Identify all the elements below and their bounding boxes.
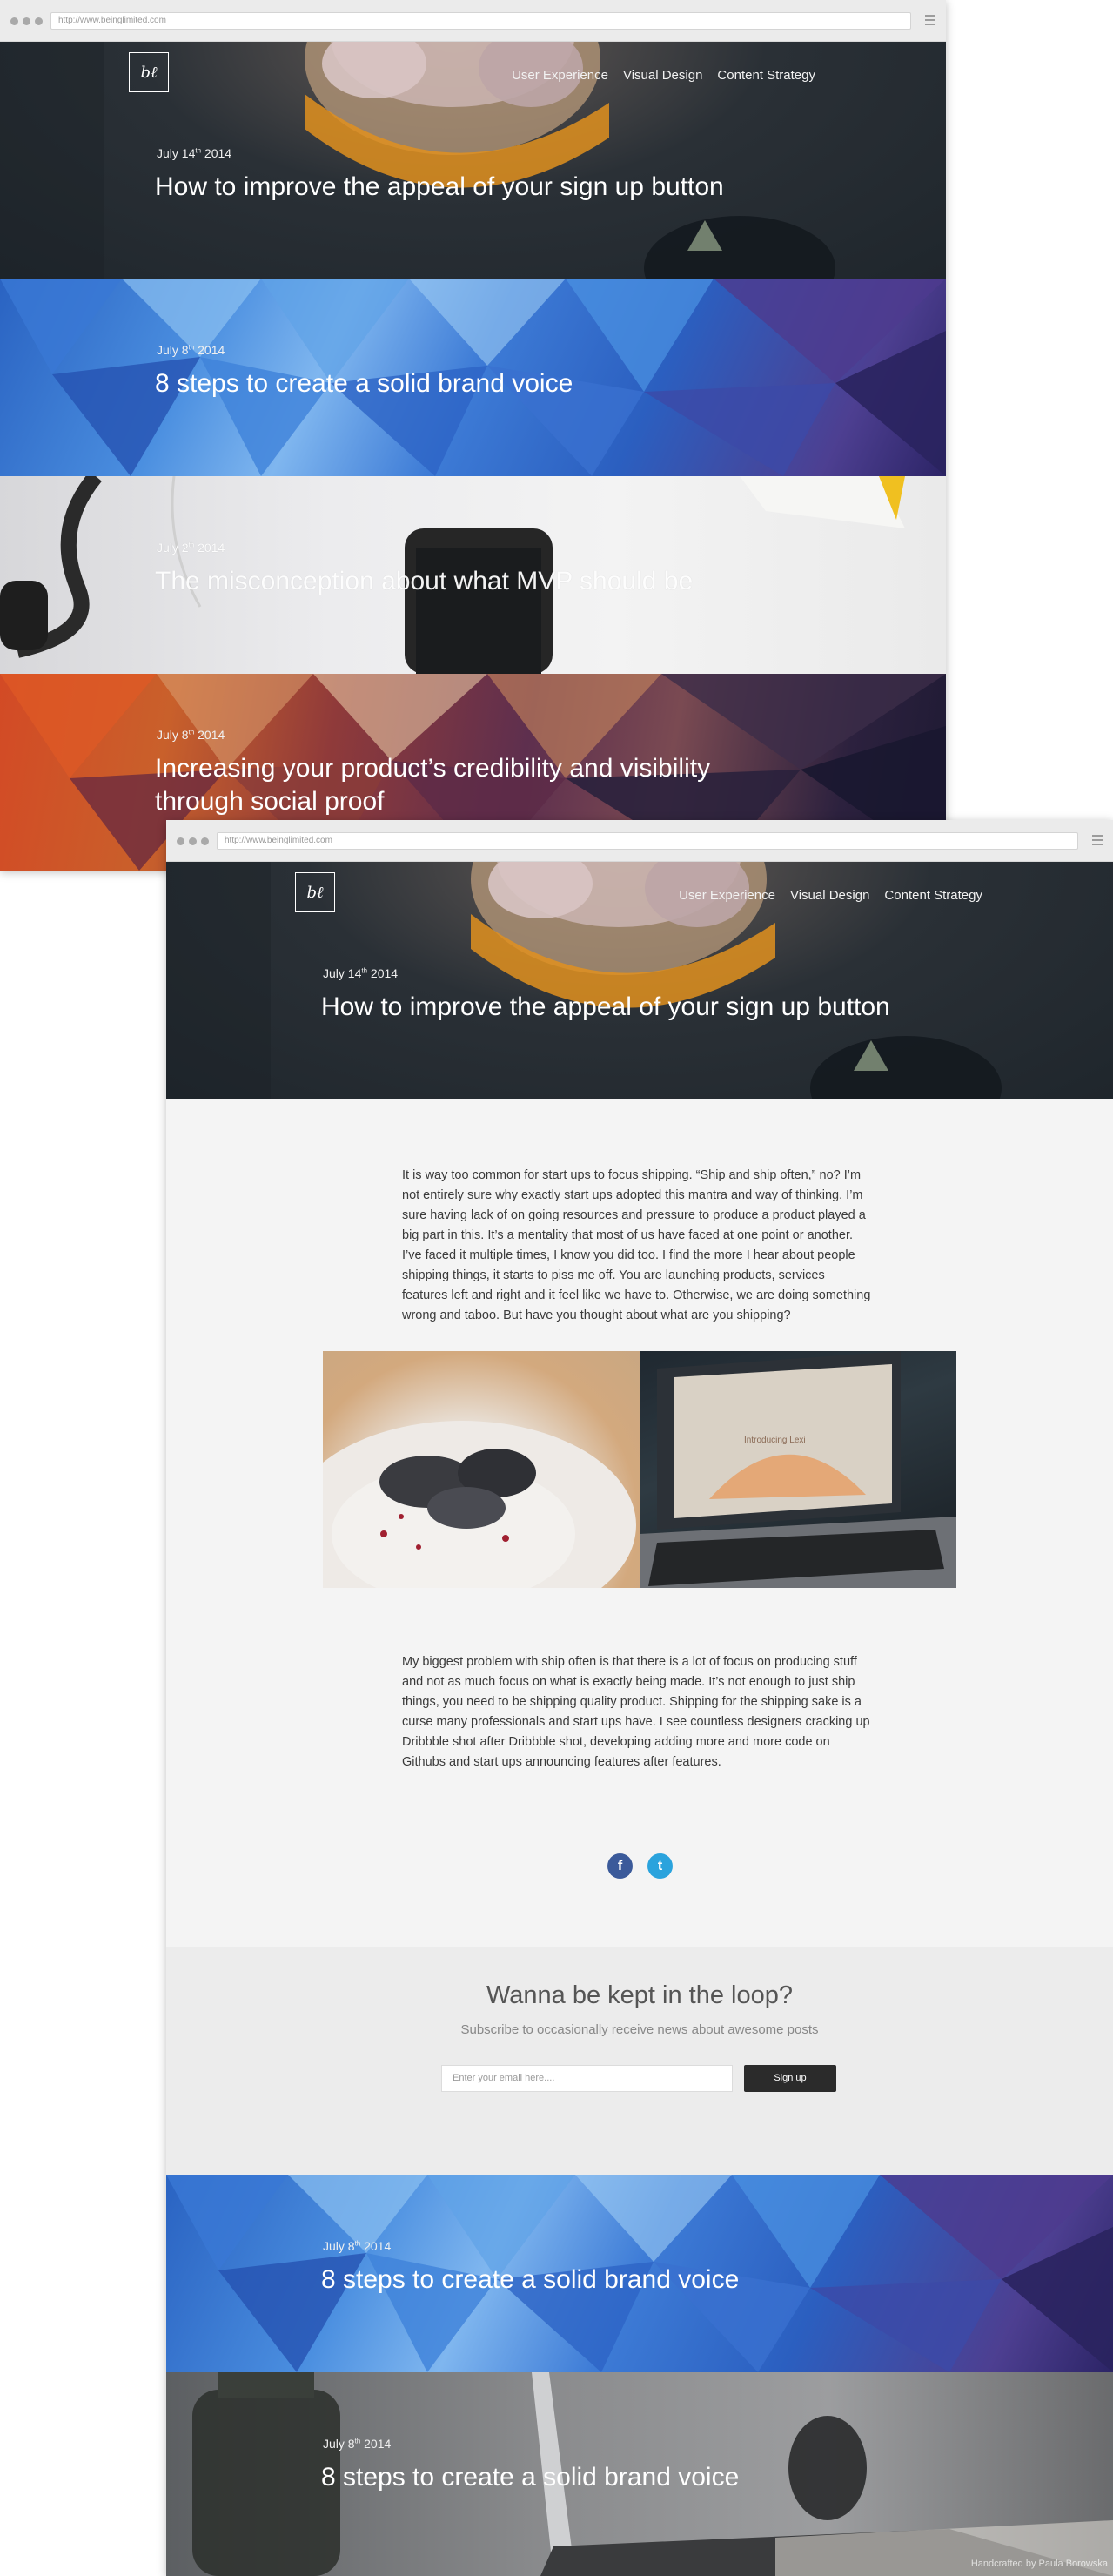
post-date: July 8th 2014 xyxy=(157,343,225,357)
site-logo[interactable]: bℓ xyxy=(295,872,335,912)
post-date: July 2th 2014 xyxy=(157,541,225,555)
browser-window-list: http://www.beinglimited.com bℓ User Expe… xyxy=(0,0,946,871)
post-date: July 8th 2014 xyxy=(323,2239,392,2253)
minimize-dot-icon[interactable] xyxy=(23,17,30,25)
post-title[interactable]: Increasing your product’s credibility an… xyxy=(155,752,710,818)
post-card-2[interactable]: July 8th 2014 8 steps to create a solid … xyxy=(0,279,946,476)
newsletter-signup: Wanna be kept in the loop? Subscribe to … xyxy=(166,1947,1113,2175)
maximize-dot-icon[interactable] xyxy=(201,837,209,845)
site-logo[interactable]: bℓ xyxy=(129,52,169,92)
window-controls[interactable] xyxy=(10,17,43,25)
nav-user-experience[interactable]: User Experience xyxy=(512,68,608,83)
nav-user-experience[interactable]: User Experience xyxy=(679,888,775,903)
svg-text:Introducing Lexi: Introducing Lexi xyxy=(744,1436,806,1445)
window-controls[interactable] xyxy=(177,837,209,845)
close-dot-icon[interactable] xyxy=(177,837,184,845)
post-card-3[interactable]: July 2th 2014 The misconception about wh… xyxy=(0,476,946,674)
post-card-1[interactable]: bℓ User Experience Visual Design Content… xyxy=(0,42,946,279)
article-title: How to improve the appeal of your sign u… xyxy=(321,992,890,1021)
hamburger-menu-icon[interactable] xyxy=(925,15,935,25)
main-nav: User Experience Visual Design Content St… xyxy=(512,68,815,83)
article-paragraph-1: It is way too common for start ups to fo… xyxy=(402,1168,871,1322)
main-nav: User Experience Visual Design Content St… xyxy=(679,888,982,903)
newsletter-subtitle: Subscribe to occasionally receive news a… xyxy=(460,2022,819,2037)
email-input[interactable]: Enter your email here.... xyxy=(441,2065,733,2092)
article-date: July 14th 2014 xyxy=(323,966,399,980)
post-title[interactable]: 8 steps to create a solid brand voice xyxy=(321,2461,739,2494)
laptop-photo: Introducing Lexi xyxy=(640,1351,956,1588)
article-paragraph-2: My biggest problem with ship often is th… xyxy=(402,1655,870,1769)
minimize-dot-icon[interactable] xyxy=(189,837,197,845)
post-date: July 8th 2014 xyxy=(157,728,225,742)
nav-visual-design[interactable]: Visual Design xyxy=(623,68,702,83)
address-bar[interactable]: http://www.beinglimited.com xyxy=(217,832,1078,850)
browser-toolbar: http://www.beinglimited.com xyxy=(166,820,1113,862)
newsletter-title: Wanna be kept in the loop? xyxy=(486,1981,793,2009)
nav-content-strategy[interactable]: Content Strategy xyxy=(884,888,982,903)
post-date: July 8th 2014 xyxy=(323,2437,392,2451)
food-photo xyxy=(323,1351,640,1588)
related-post-2[interactable]: July 8th 2014 8 steps to create a solid … xyxy=(166,2372,1113,2576)
nav-content-strategy[interactable]: Content Strategy xyxy=(717,68,815,83)
article-hero: bℓ User Experience Visual Design Content… xyxy=(166,862,1113,1099)
post-date: July 14th 2014 xyxy=(157,146,232,160)
nav-visual-design[interactable]: Visual Design xyxy=(790,888,869,903)
facebook-share-icon[interactable]: f xyxy=(607,1853,633,1879)
browser-window-article: http://www.beinglimited.com bℓ User Expe… xyxy=(166,820,1113,2576)
footer-credit: Handcrafted by Paula Borowska xyxy=(970,2559,1108,2569)
article-body: It is way too common for start ups to fo… xyxy=(166,1099,1113,1947)
sign-up-button[interactable]: Sign up xyxy=(744,2065,836,2092)
post-title[interactable]: 8 steps to create a solid brand voice xyxy=(155,367,573,400)
post-title[interactable]: How to improve the appeal of your sign u… xyxy=(155,171,724,204)
post-title[interactable]: The misconception about what MVP should … xyxy=(155,565,693,598)
maximize-dot-icon[interactable] xyxy=(35,17,43,25)
close-dot-icon[interactable] xyxy=(10,17,18,25)
hamburger-menu-icon[interactable] xyxy=(1092,835,1103,845)
browser-toolbar: http://www.beinglimited.com xyxy=(0,0,946,42)
twitter-share-icon[interactable]: t xyxy=(647,1853,673,1879)
related-post-1[interactable]: July 8th 2014 8 steps to create a solid … xyxy=(166,2175,1113,2372)
address-bar[interactable]: http://www.beinglimited.com xyxy=(50,12,911,30)
post-title[interactable]: 8 steps to create a solid brand voice xyxy=(321,2263,739,2297)
share-buttons: f t xyxy=(607,1853,673,1879)
article-image-pair: Introducing Lexi xyxy=(323,1351,956,1588)
